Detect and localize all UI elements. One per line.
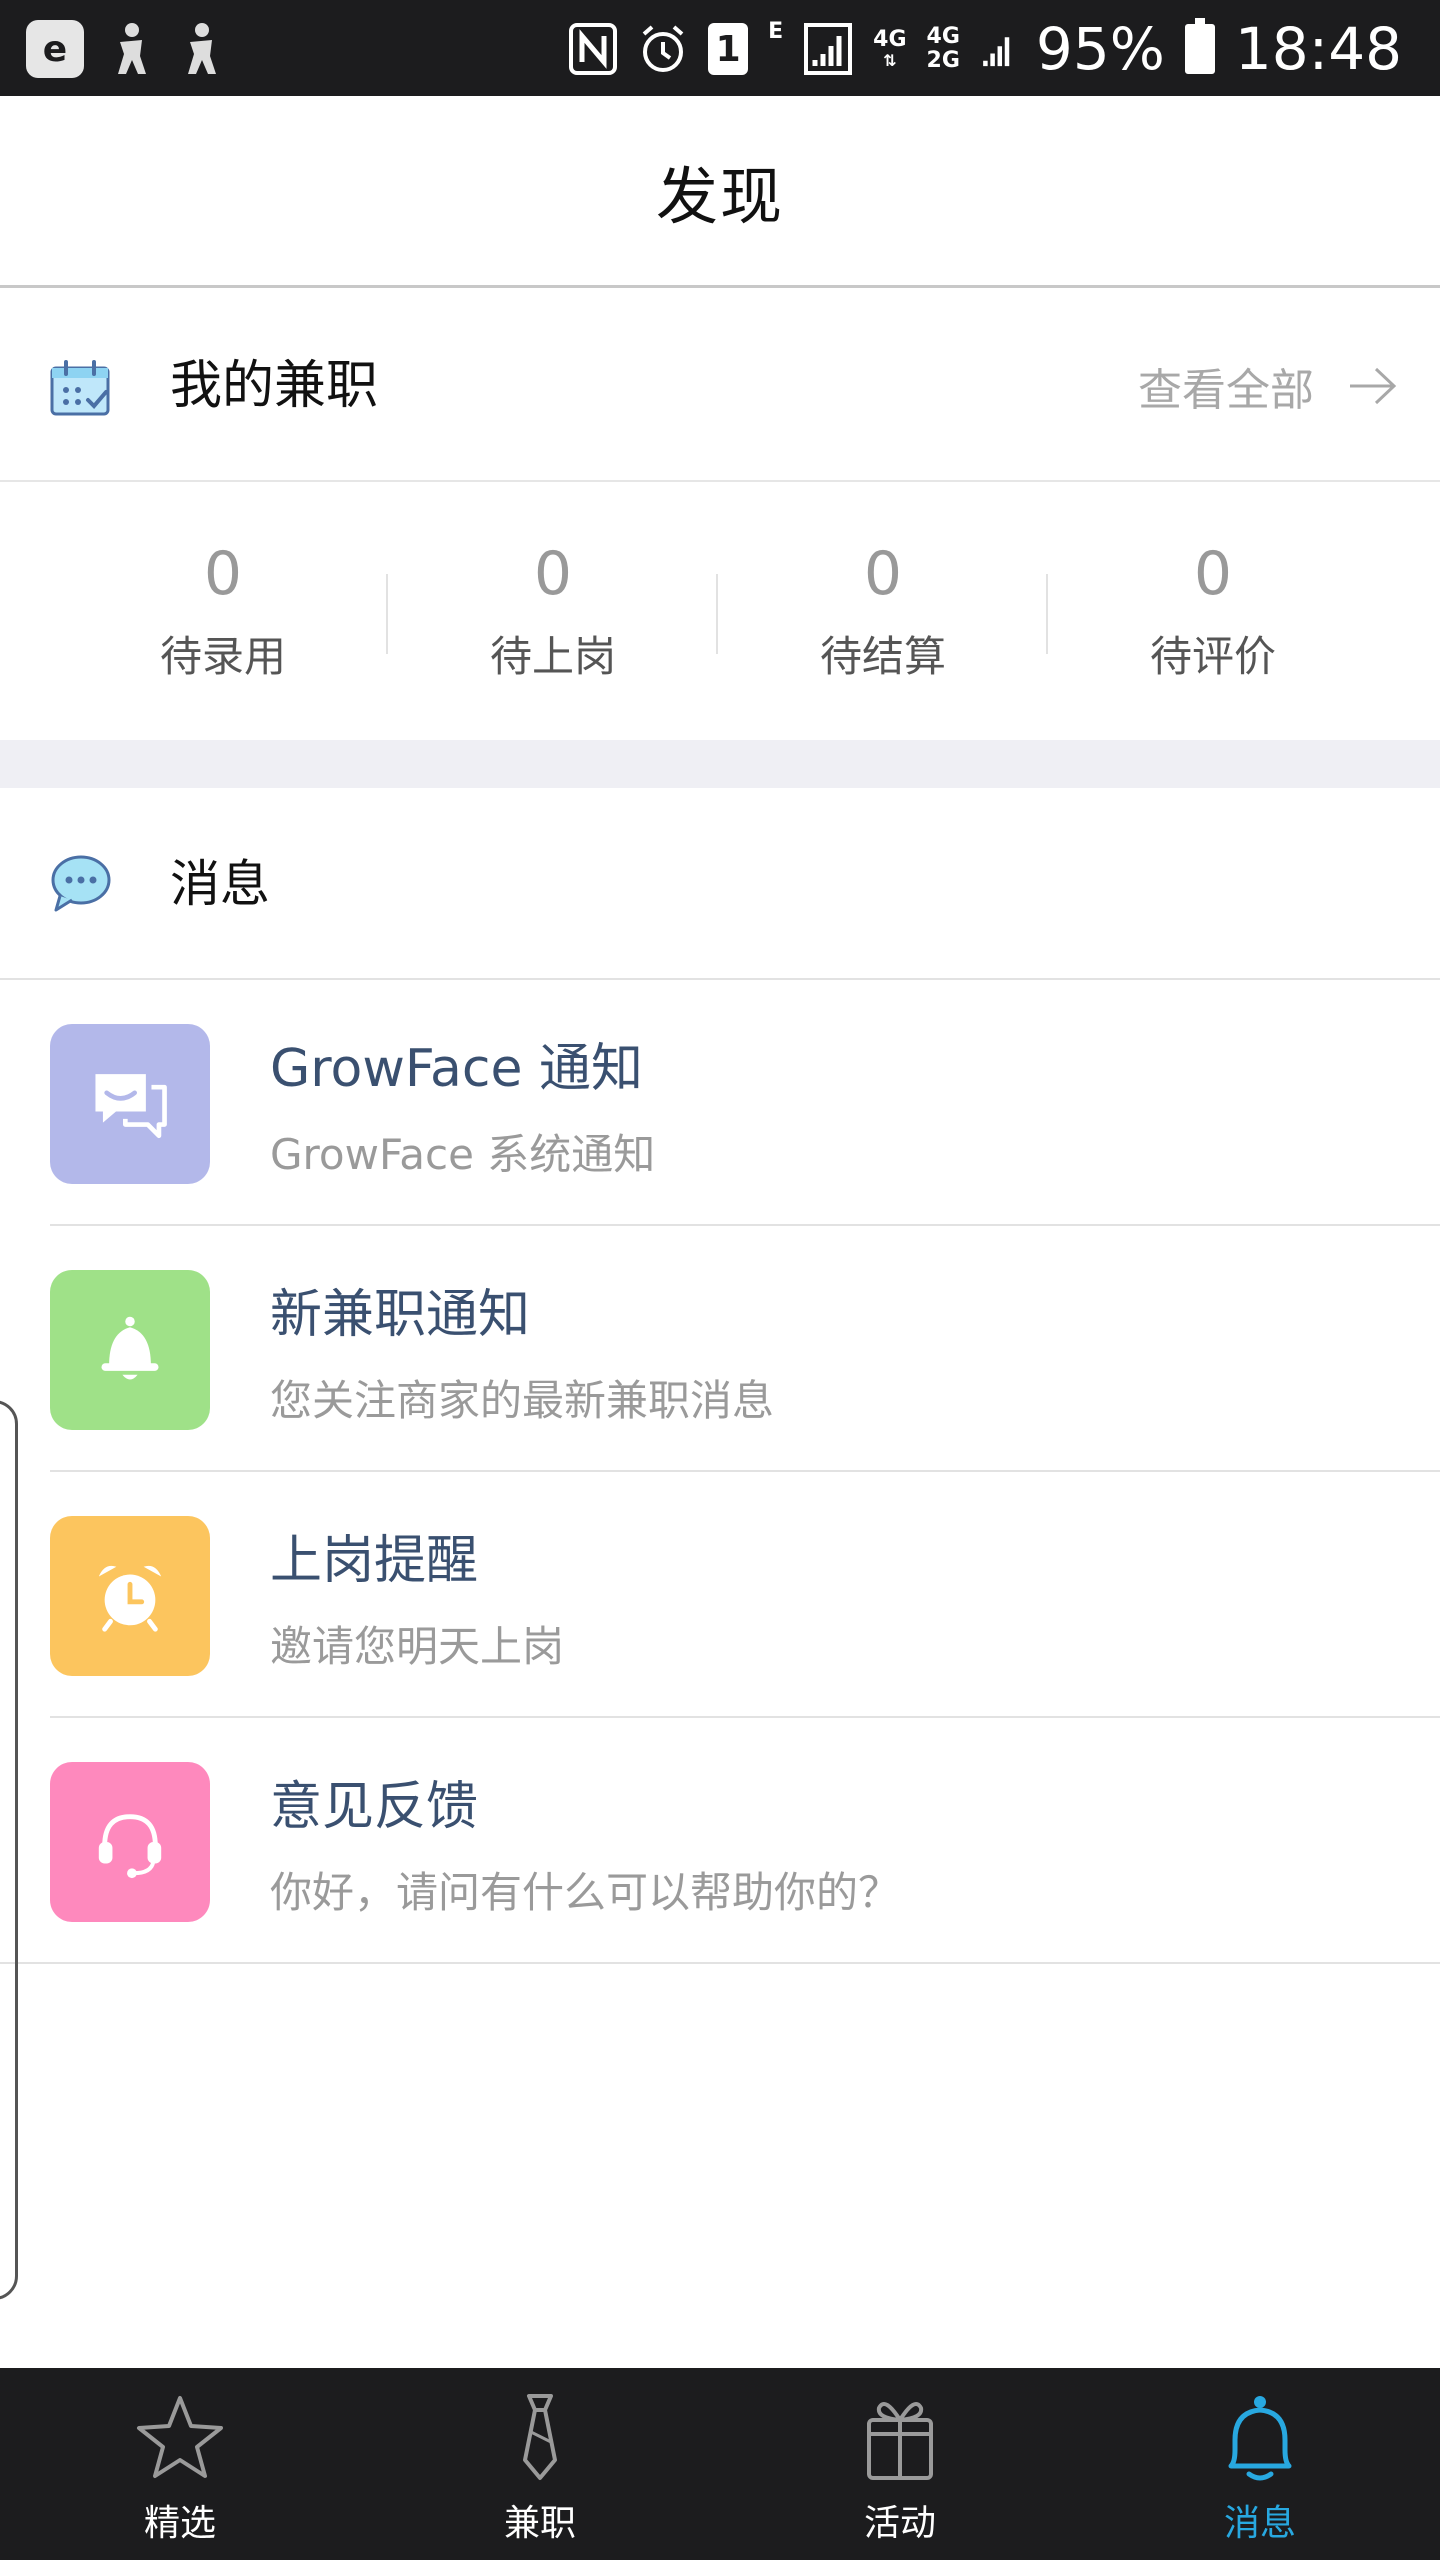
battery-icon bbox=[1184, 18, 1215, 74]
stat-label: 待录用 bbox=[159, 632, 286, 681]
page-title: 发现 bbox=[655, 159, 784, 233]
tab-label: 活动 bbox=[863, 2503, 936, 2544]
growface-tile bbox=[50, 1024, 210, 1184]
bottom-tab-bar: 精选 兼职 活动 消息 bbox=[0, 2368, 1440, 2560]
tab-part-time[interactable]: 兼职 bbox=[360, 2368, 720, 2560]
my-jobs-row[interactable]: 我的兼职 查看全部 bbox=[0, 290, 1440, 482]
alarm-icon bbox=[642, 25, 684, 72]
tab-messages[interactable]: 消息 bbox=[1080, 2368, 1440, 2560]
nfc-icon bbox=[569, 23, 618, 75]
tab-label: 消息 bbox=[1223, 2503, 1296, 2544]
message-item-new-job[interactable]: 新兼职通知 您关注商家的最新兼职消息 bbox=[0, 1226, 1440, 1472]
bell-icon bbox=[1228, 2396, 1292, 2481]
my-jobs-label: 我的兼职 bbox=[170, 356, 379, 416]
signal-strength-icon bbox=[804, 23, 853, 75]
stat-label: 待评价 bbox=[1149, 632, 1276, 681]
stat-value: 0 bbox=[203, 539, 243, 609]
stat-pending-hire[interactable]: 0 待录用 bbox=[58, 484, 388, 740]
star-icon bbox=[137, 2396, 223, 2478]
tab-featured[interactable]: 精选 bbox=[0, 2368, 360, 2560]
arrow-right-icon bbox=[1350, 367, 1397, 405]
tab-activities[interactable]: 活动 bbox=[720, 2368, 1080, 2560]
status-bar: e 1 E 4G ⇅ 4G 2G 95% 18:48 bbox=[0, 0, 1440, 96]
message-title: 新兼职通知 bbox=[270, 1285, 531, 1345]
feedback-tile bbox=[50, 1762, 210, 1922]
job-stats: 0 待录用 0 待上岗 0 待结算 0 待评价 bbox=[0, 484, 1440, 740]
tab-label: 兼职 bbox=[503, 2503, 576, 2544]
sim-badge: 1 bbox=[708, 23, 749, 75]
message-item-growface[interactable]: GrowFace 通知 GrowFace 系统通知 bbox=[0, 980, 1440, 1226]
message-title: GrowFace 通知 bbox=[270, 1039, 643, 1099]
network-e-label: E bbox=[768, 19, 784, 44]
network-2g-label: 4G 2G bbox=[926, 23, 960, 73]
message-subtitle: 你好，请问有什么可以帮助你的？ bbox=[270, 1868, 901, 1917]
stat-value: 0 bbox=[863, 539, 903, 609]
figure-notification-icon bbox=[118, 23, 146, 74]
network-4g-label: 4G ⇅ bbox=[873, 27, 907, 71]
edge-panel-handle[interactable] bbox=[0, 1400, 18, 2300]
clock-time: 18:48 bbox=[1234, 15, 1402, 83]
stat-value: 0 bbox=[533, 539, 573, 609]
calendar-icon bbox=[50, 360, 110, 416]
message-item-shift-reminder[interactable]: 上岗提醒 邀请您明天上岗 bbox=[0, 1472, 1440, 1718]
gift-icon bbox=[867, 2402, 933, 2480]
figure-notification-icon-2 bbox=[188, 23, 216, 74]
chat-bubble-icon bbox=[51, 855, 111, 912]
tab-label: 精选 bbox=[143, 2503, 216, 2544]
chat-smile-icon bbox=[95, 1074, 167, 1139]
battery-percent: 95% bbox=[1035, 15, 1165, 83]
message-item-feedback[interactable]: 意见反馈 你好，请问有什么可以帮助你的？ bbox=[0, 1718, 1440, 1964]
wallet-app-icon: e bbox=[26, 20, 84, 78]
stat-label: 待结算 bbox=[819, 632, 946, 681]
divider bbox=[0, 1962, 1440, 1964]
stat-pending-start[interactable]: 0 待上岗 bbox=[388, 484, 718, 740]
section-separator bbox=[0, 740, 1440, 788]
message-title: 上岗提醒 bbox=[270, 1531, 479, 1591]
messages-header: 消息 bbox=[0, 788, 1440, 980]
new-job-tile bbox=[50, 1270, 210, 1430]
stat-pending-review[interactable]: 0 待评价 bbox=[1048, 484, 1378, 740]
message-subtitle: 您关注商家的最新兼职消息 bbox=[270, 1376, 775, 1425]
headset-icon bbox=[98, 1814, 162, 1879]
alarm-clock-icon bbox=[98, 1565, 162, 1632]
page-header: 发现 bbox=[0, 96, 1440, 288]
stat-label: 待上岗 bbox=[489, 632, 616, 681]
message-list: GrowFace 通知 GrowFace 系统通知 新兼职通知 您关注商家的最新… bbox=[0, 980, 1440, 1964]
message-subtitle: 邀请您明天上岗 bbox=[270, 1622, 565, 1671]
tie-icon bbox=[523, 2394, 557, 2480]
message-title: 意见反馈 bbox=[270, 1777, 479, 1837]
view-all-label: 查看全部 bbox=[1138, 365, 1314, 416]
bell-icon bbox=[101, 1316, 159, 1380]
stat-pending-settle[interactable]: 0 待结算 bbox=[718, 484, 1048, 740]
shift-reminder-tile bbox=[50, 1516, 210, 1676]
stat-value: 0 bbox=[1193, 539, 1233, 609]
message-subtitle: GrowFace 系统通知 bbox=[270, 1130, 656, 1179]
messages-label: 消息 bbox=[170, 855, 270, 913]
signal-bars-icon bbox=[983, 37, 1010, 67]
view-all-link[interactable]: 查看全部 bbox=[1138, 290, 1398, 482]
